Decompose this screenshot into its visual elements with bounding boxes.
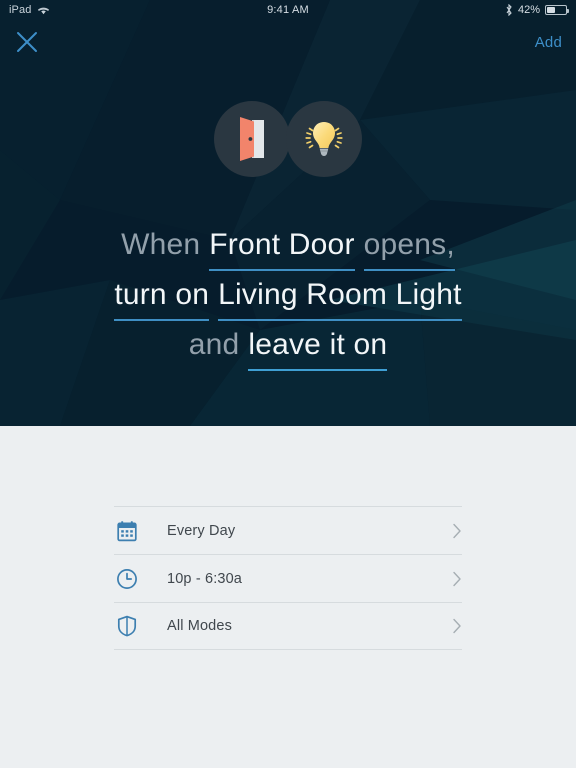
close-icon[interactable] [14, 29, 40, 55]
hero-section: iPad 9:41 AM 42% Add When Front Door ope… [0, 0, 576, 426]
settings-section: Every Day 10p - 6:30a All Modes [0, 426, 576, 768]
settings-list: Every Day 10p - 6:30a All Modes [114, 506, 462, 650]
app-screen: iPad 9:41 AM 42% Add When Front Door ope… [0, 0, 576, 768]
recipe-token-turn-on[interactable]: turn on [114, 272, 210, 321]
chevron-right-icon [453, 571, 461, 586]
lightbulb-icon-circle [286, 101, 362, 177]
recipe-line-2: turn on Living Room Light [28, 272, 548, 322]
shield-icon [114, 613, 140, 639]
battery-icon [545, 5, 569, 15]
nav-bar: Add [0, 20, 576, 64]
list-item-schedule[interactable]: Every Day [114, 506, 462, 554]
list-item-time[interactable]: 10p - 6:30a [114, 554, 462, 602]
chevron-right-icon [453, 618, 461, 634]
recipe-token-when: When [121, 228, 201, 261]
recipe-sentence: When Front Door opens, turn on Living Room … [0, 222, 576, 372]
battery-fill [547, 7, 556, 13]
recipe-token-front-door[interactable]: Front Door [209, 222, 355, 271]
status-bar-time: 9:41 AM [267, 4, 309, 16]
recipe-line-3: and leave it on [28, 322, 548, 372]
calendar-icon [114, 518, 140, 544]
recipe-token-and: and [188, 328, 240, 361]
door-icon [240, 117, 264, 161]
recipe-token-living-room-light[interactable]: Living Room Light [218, 272, 462, 321]
status-bar-right: 42% [505, 4, 569, 16]
list-item-modes[interactable]: All Modes [114, 602, 462, 650]
status-bar: iPad 9:41 AM 42% [0, 0, 576, 20]
clock-icon [114, 566, 140, 592]
battery-percent: 42% [517, 4, 540, 16]
recipe-token-opens[interactable]: opens, [363, 222, 455, 271]
door-icon-circle [214, 101, 290, 177]
chevron-right-icon [453, 523, 461, 538]
trigger-action-icons [0, 101, 576, 177]
list-item-label: All Modes [167, 618, 233, 634]
add-button[interactable]: Add [535, 34, 562, 51]
recipe-token-leave-it-on[interactable]: leave it on [248, 322, 388, 371]
recipe-line-1: When Front Door opens, [28, 222, 548, 272]
lightbulb-icon [305, 122, 343, 156]
list-item-label: Every Day [167, 522, 236, 539]
list-item-label: 10p - 6:30a [167, 570, 243, 587]
bluetooth-icon [506, 4, 512, 16]
